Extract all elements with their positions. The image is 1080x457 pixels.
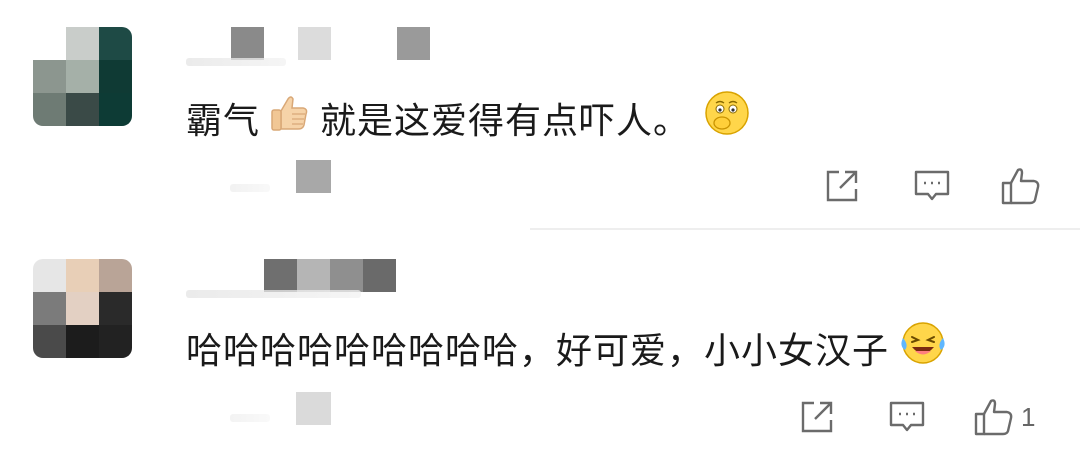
username[interactable] bbox=[186, 259, 416, 293]
username[interactable] bbox=[186, 27, 436, 61]
comment-item: 霸气 就是这爱得有点吓人。 bbox=[0, 0, 1080, 229]
share-button[interactable] bbox=[822, 166, 862, 206]
share-button[interactable] bbox=[797, 397, 837, 437]
comment-text-part1: 霸气 bbox=[186, 100, 261, 142]
avatar[interactable] bbox=[33, 27, 132, 126]
share-icon bbox=[826, 170, 858, 202]
comment-text: 哈哈哈哈哈哈哈哈哈，好可爱，小小女汉子 bbox=[186, 320, 947, 375]
thumbs-up-outline-icon bbox=[974, 399, 1013, 436]
comment-text: 霸气 就是这爱得有点吓人。 bbox=[186, 90, 750, 145]
thumbs-up-outline-icon bbox=[1001, 168, 1040, 205]
timestamp bbox=[296, 160, 331, 193]
share-icon bbox=[801, 401, 833, 433]
comment-text-part2: 就是这爱得有点吓人。 bbox=[320, 100, 691, 142]
like-button[interactable]: 1 bbox=[973, 397, 1035, 437]
comment-icon bbox=[914, 170, 950, 201]
timestamp bbox=[296, 392, 331, 425]
avatar[interactable] bbox=[33, 259, 132, 358]
reply-button[interactable] bbox=[887, 397, 927, 437]
comment-actions bbox=[822, 166, 1048, 206]
like-count: 1 bbox=[1021, 401, 1036, 432]
thumbs-up-icon bbox=[268, 91, 312, 144]
reply-button[interactable] bbox=[912, 166, 952, 206]
timestamp-residue bbox=[230, 184, 270, 192]
laughing-tears-icon bbox=[899, 320, 947, 375]
username-residue bbox=[186, 58, 286, 66]
comment-item: 哈哈哈哈哈哈哈哈哈，好可爱，小小女汉子 1 bbox=[0, 230, 1080, 457]
comment-actions: 1 bbox=[797, 397, 1035, 437]
comment-text-part1: 哈哈哈哈哈哈哈哈哈，好可爱，小小女汉子 bbox=[186, 330, 890, 372]
comment-icon bbox=[889, 401, 925, 432]
timestamp-residue bbox=[230, 414, 270, 422]
like-button[interactable] bbox=[1000, 166, 1048, 206]
username-residue bbox=[186, 290, 361, 298]
shy-face-icon bbox=[704, 90, 750, 145]
